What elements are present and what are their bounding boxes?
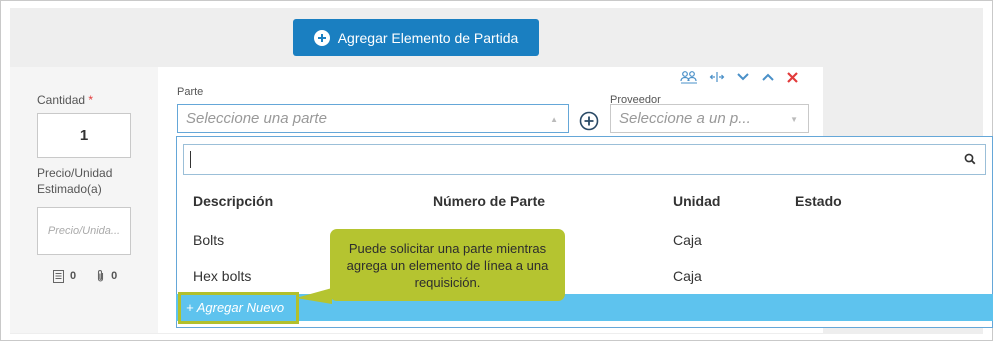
part-label: Parte bbox=[177, 86, 204, 98]
column-header-part-number[interactable]: Número de Parte bbox=[433, 193, 545, 209]
required-marker: * bbox=[88, 93, 94, 107]
unit-price-field[interactable]: Precio/Unida... bbox=[37, 207, 131, 255]
tooltip-callout: Puede solicitar una parte mientras agreg… bbox=[330, 229, 565, 301]
assign-users-icon[interactable] bbox=[680, 70, 698, 84]
column-header-status[interactable]: Estado bbox=[795, 193, 842, 209]
notes-count: 0 bbox=[70, 270, 77, 282]
row-1-unit[interactable]: Caja bbox=[673, 232, 702, 248]
plus-circle-icon bbox=[313, 29, 330, 46]
add-new-highlight bbox=[178, 292, 299, 324]
attachments-count: 0 bbox=[111, 270, 118, 282]
supplier-placeholder: Seleccione a un p... bbox=[619, 110, 751, 127]
split-arrows-icon[interactable] bbox=[709, 71, 725, 83]
part-select[interactable]: Seleccione una parte ▲ bbox=[177, 104, 569, 133]
item-counters: 0 0 bbox=[53, 269, 117, 283]
unit-price-placeholder: Precio/Unida... bbox=[47, 225, 121, 237]
add-part-icon[interactable] bbox=[579, 111, 599, 131]
row-2-unit[interactable]: Caja bbox=[673, 268, 702, 284]
quantity-value: 1 bbox=[79, 127, 89, 144]
caret-down-icon: ▼ bbox=[790, 115, 798, 124]
quantity-field[interactable]: 1 bbox=[37, 113, 131, 158]
supplier-select[interactable]: Seleccione a un p... ▼ bbox=[610, 104, 809, 133]
paperclip-icon[interactable] bbox=[96, 269, 105, 283]
quantity-label: Cantidad * bbox=[37, 93, 93, 107]
tooltip-text: Puede solicitar una parte mientras agreg… bbox=[346, 240, 549, 290]
caret-up-icon: ▲ bbox=[550, 115, 558, 124]
notes-icon[interactable] bbox=[53, 269, 64, 283]
row-2-description[interactable]: Hex bolts bbox=[193, 268, 251, 284]
quantity-label-text: Cantidad bbox=[37, 93, 86, 107]
chevron-down-icon[interactable] bbox=[736, 72, 750, 82]
unit-price-label-line1: Precio/Unidad bbox=[37, 166, 113, 180]
add-line-item-button[interactable]: Agregar Elemento de Partida bbox=[293, 19, 539, 56]
row-actions bbox=[680, 70, 799, 84]
row-1-description[interactable]: Bolts bbox=[193, 232, 224, 248]
chevron-up-icon[interactable] bbox=[761, 72, 775, 82]
column-header-unit[interactable]: Unidad bbox=[673, 193, 720, 209]
column-header-description[interactable]: Descripción bbox=[193, 193, 273, 209]
unit-price-label-line2: Estimado(a) bbox=[37, 182, 102, 196]
close-icon[interactable] bbox=[786, 71, 799, 84]
part-search-input[interactable] bbox=[183, 144, 986, 175]
add-line-item-label: Agregar Elemento de Partida bbox=[337, 29, 519, 46]
search-icon bbox=[964, 153, 976, 165]
part-placeholder: Seleccione una parte bbox=[186, 110, 327, 127]
text-cursor bbox=[190, 151, 191, 168]
